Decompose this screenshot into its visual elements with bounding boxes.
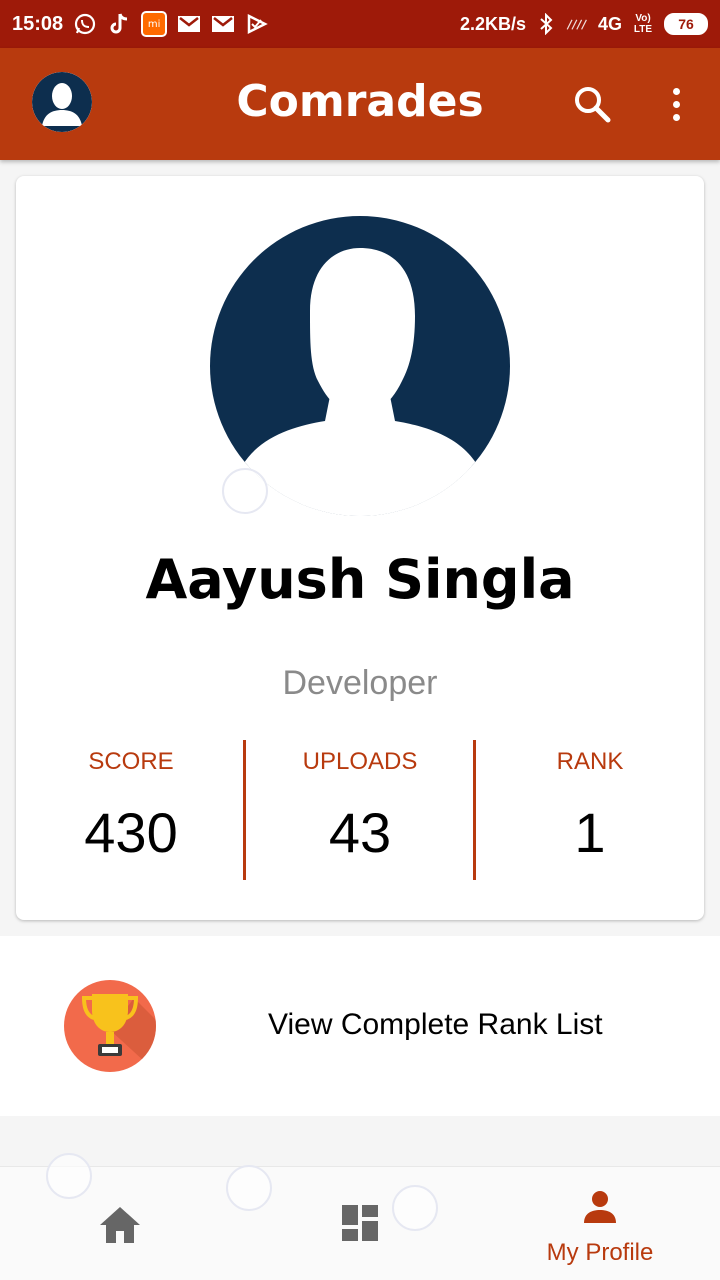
- home-icon: [100, 1207, 140, 1243]
- gmail-icon: [177, 12, 201, 36]
- touch-ripple: [222, 468, 268, 514]
- stat-label: SCORE: [88, 748, 174, 775]
- bluetooth-icon: [534, 12, 558, 36]
- profile-role: Developer: [282, 664, 438, 702]
- nav-home[interactable]: [98, 1205, 142, 1245]
- touch-ripple: [226, 1165, 272, 1211]
- view-rank-list-row[interactable]: View Complete Rank List: [0, 936, 720, 1116]
- more-vert-icon: [672, 100, 680, 108]
- stat-score: SCORE 430: [16, 740, 246, 880]
- stat-label: RANK: [556, 748, 624, 775]
- mi-icon: mi: [141, 11, 168, 37]
- stat-value: 430: [84, 801, 178, 864]
- nav-my-profile-label: My Profile: [546, 1239, 654, 1266]
- stat-value: 43: [328, 801, 392, 864]
- signal-icon: [566, 12, 590, 36]
- more-options-button[interactable]: [660, 82, 692, 126]
- battery-indicator: 76: [664, 13, 708, 35]
- avatar-icon: [32, 72, 92, 132]
- stat-uploads: UPLOADS 43: [245, 740, 475, 880]
- task-icon: [245, 12, 269, 36]
- status-bar: 15:08 mi 2.2KB/s 4G Vo) LTE 76: [0, 0, 720, 48]
- trophy-icon: [64, 980, 156, 1072]
- status-time: 15:08: [12, 12, 64, 35]
- gmail-icon: [211, 12, 235, 36]
- nav-my-profile[interactable]: My Profile: [530, 1187, 670, 1277]
- touch-ripple: [392, 1185, 438, 1231]
- whatsapp-icon: [73, 12, 97, 36]
- person-icon: [582, 1189, 618, 1225]
- status-left: 15:08 mi: [12, 11, 269, 37]
- network-speed: 2.2KB/s: [459, 13, 526, 34]
- stats-row: SCORE 430 UPLOADS 43 RANK 1: [16, 740, 704, 880]
- volte-indicator: Vo) LTE: [633, 13, 653, 35]
- stat-label: UPLOADS: [302, 748, 418, 775]
- more-vert-icon: [672, 113, 680, 121]
- profile-card: Aayush Singla Developer SCORE 430 UPLOAD…: [16, 176, 704, 920]
- profile-name: Aayush Singla: [145, 548, 575, 611]
- tiktok-icon: [107, 12, 131, 36]
- more-vert-icon: [672, 87, 680, 95]
- stat-value: 1: [574, 801, 606, 864]
- app-bar: Comrades: [0, 48, 720, 160]
- search-icon: [575, 87, 611, 123]
- stat-rank: RANK 1: [475, 740, 705, 880]
- nav-dashboard[interactable]: [340, 1203, 380, 1243]
- dashboard-icon: [342, 1205, 378, 1241]
- network-type: 4G: [597, 13, 622, 34]
- bottom-navigation: My Profile: [0, 1153, 720, 1280]
- status-right: 2.2KB/s 4G Vo) LTE 76: [460, 12, 708, 36]
- avatar[interactable]: [32, 72, 92, 132]
- search-button[interactable]: [570, 82, 614, 126]
- view-rank-list-label: View Complete Rank List: [268, 1008, 603, 1041]
- touch-ripple: [46, 1153, 92, 1199]
